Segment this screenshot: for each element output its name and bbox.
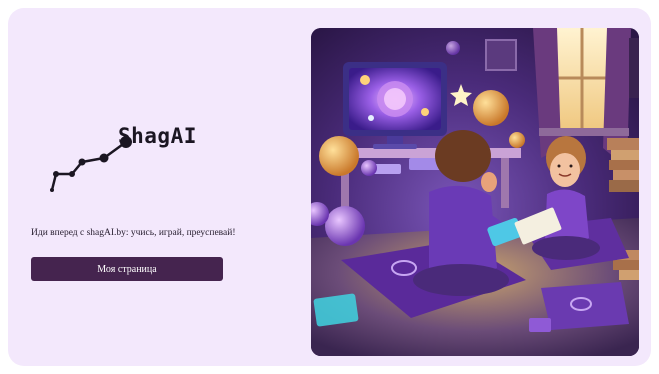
hero-card: ShagAI Иди вперед с shagAI.by: учись, иг… [8,8,651,366]
my-page-button[interactable]: Моя страница [31,257,223,281]
hero-tagline: Иди вперед с shagAI.by: учись, играй, пр… [31,228,236,238]
brand-name: ShagAI [118,124,197,148]
hero-illustration [311,28,639,356]
brand-logo[interactable]: ShagAI [46,116,206,196]
